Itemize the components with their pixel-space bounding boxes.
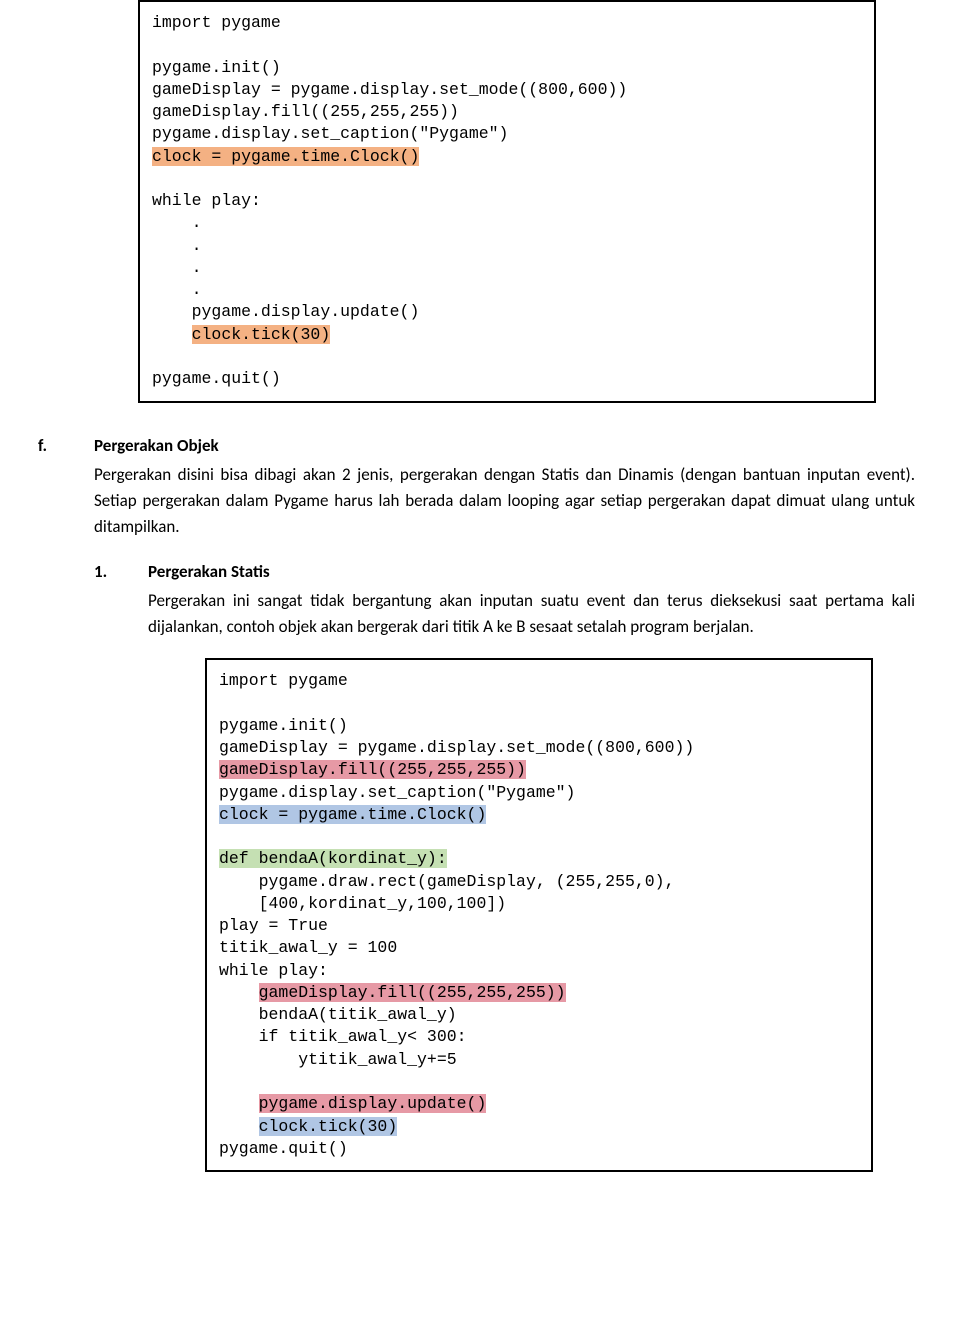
code-line-highlighted: pygame.display.update() bbox=[259, 1094, 487, 1113]
code-line: . bbox=[152, 280, 202, 299]
code-block-2: import pygame pygame.init() gameDisplay … bbox=[205, 658, 873, 1172]
code-line: ytitik_awal_y+=5 bbox=[219, 1050, 457, 1069]
code-line: titik_awal_y = 100 bbox=[219, 938, 397, 957]
section-title: Pergerakan Objek bbox=[94, 435, 219, 456]
code-indent bbox=[219, 983, 259, 1002]
code-line-highlighted: clock = pygame.time.Clock() bbox=[152, 147, 419, 166]
code-line: pygame.display.set_caption("Pygame") bbox=[219, 783, 575, 802]
section-heading: f. Pergerakan Objek bbox=[38, 435, 915, 456]
code-line-highlighted: clock.tick(30) bbox=[192, 325, 331, 344]
code-line-highlighted: clock.tick(30) bbox=[259, 1117, 398, 1136]
code-line: gameDisplay.fill((255,255,255)) bbox=[152, 102, 459, 121]
code-block-1: import pygame pygame.init() gameDisplay … bbox=[138, 0, 876, 403]
code-indent bbox=[152, 325, 192, 344]
section-f: f. Pergerakan Objek Pergerakan disini bi… bbox=[38, 435, 915, 641]
code-line: while play: bbox=[152, 191, 261, 210]
code-line: pygame.display.update() bbox=[152, 302, 419, 321]
code-line: pygame.quit() bbox=[219, 1139, 348, 1158]
code-line: import pygame bbox=[219, 671, 348, 690]
section-label: f. bbox=[38, 435, 94, 456]
code-line: gameDisplay = pygame.display.set_mode((8… bbox=[152, 80, 627, 99]
code-line: play = True bbox=[219, 916, 328, 935]
subsection-1: 1. Pergerakan Statis Pergerakan ini sang… bbox=[38, 561, 915, 641]
code-line: pygame.init() bbox=[152, 58, 281, 77]
code-line: pygame.draw.rect(gameDisplay, (255,255,0… bbox=[219, 872, 674, 891]
section-paragraph: Pergerakan disini bisa dibagi akan 2 jen… bbox=[94, 462, 915, 541]
code-line: gameDisplay = pygame.display.set_mode((8… bbox=[219, 738, 694, 757]
code-line-highlighted: gameDisplay.fill((255,255,255)) bbox=[219, 760, 526, 779]
code-line-highlighted: def bendaA(kordinat_y): bbox=[219, 849, 447, 868]
code-indent bbox=[219, 1094, 259, 1113]
subsection-heading: 1. Pergerakan Statis bbox=[94, 561, 915, 582]
code-line: import pygame bbox=[152, 13, 281, 32]
code-line-highlighted: clock = pygame.time.Clock() bbox=[219, 805, 486, 824]
code-line: . bbox=[152, 258, 202, 277]
code-line: pygame.init() bbox=[219, 716, 348, 735]
subsection-label: 1. bbox=[94, 561, 148, 582]
code-line: pygame.display.set_caption("Pygame") bbox=[152, 124, 508, 143]
code-line: while play: bbox=[219, 961, 328, 980]
code-line-highlighted: gameDisplay.fill((255,255,255)) bbox=[259, 983, 566, 1002]
code-indent bbox=[219, 1117, 259, 1136]
subsection-paragraph: Pergerakan ini sangat tidak bergantung a… bbox=[148, 588, 915, 641]
code-line: pygame.quit() bbox=[152, 369, 281, 388]
code-line: if titik_awal_y< 300: bbox=[219, 1027, 467, 1046]
code-line: . bbox=[152, 213, 202, 232]
code-line: . bbox=[152, 236, 202, 255]
subsection-title: Pergerakan Statis bbox=[148, 561, 270, 582]
code-line: [400,kordinat_y,100,100]) bbox=[219, 894, 506, 913]
code-line: bendaA(titik_awal_y) bbox=[219, 1005, 457, 1024]
